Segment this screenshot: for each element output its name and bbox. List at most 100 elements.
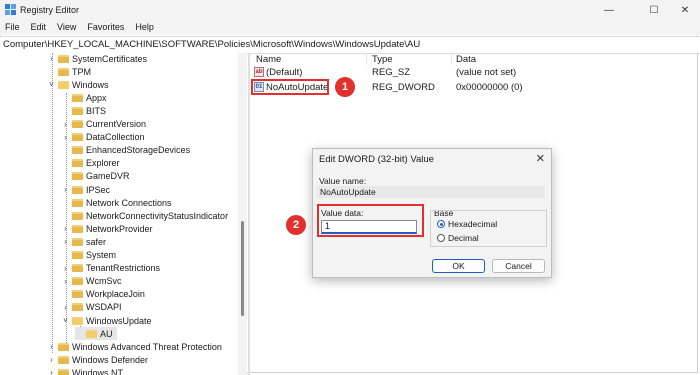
value-data-input[interactable]: 1 — [321, 220, 417, 234]
value-name: (Default) — [266, 67, 303, 78]
tree-item[interactable]: NetworkConnectivityStatusIndicator — [61, 209, 228, 222]
folder-icon — [72, 251, 83, 259]
tree-item-label: CurrentVersion — [86, 119, 147, 129]
folder-icon — [72, 106, 83, 115]
folder-icon — [72, 198, 83, 207]
tree-scrollbar[interactable] — [238, 53, 247, 375]
chevron-right-icon[interactable]: › — [61, 120, 70, 129]
tree-item[interactable]: › Windows Advanced Threat Protection — [47, 340, 222, 353]
tree-item[interactable]: › safer — [61, 235, 106, 248]
pane-splitter[interactable] — [248, 53, 250, 375]
tree-item[interactable]: › DataCollection — [61, 131, 144, 144]
value-data: (value not set) — [456, 67, 517, 78]
chevron-right-icon[interactable]: › — [47, 54, 56, 63]
value-name-label: Value name: — [319, 176, 367, 186]
tree-item[interactable]: › Windows NT — [47, 366, 123, 375]
tree-item[interactable]: GameDVR — [61, 170, 130, 183]
folder-icon — [58, 80, 69, 89]
tree-item[interactable]: › WcmSvc — [61, 275, 122, 288]
base-group: Hexadecimal Decimal — [430, 210, 547, 247]
value-type: REG_SZ — [372, 67, 411, 78]
chevron-down-icon[interactable]: ˅ — [47, 80, 56, 89]
tree-scroll-thumb[interactable] — [241, 221, 244, 316]
value-data-label: Value data: — [321, 208, 364, 218]
tree-item[interactable]: ˅ Windows — [47, 78, 108, 91]
chevron-right-icon[interactable]: › — [61, 237, 70, 246]
cancel-button[interactable]: Cancel — [492, 259, 545, 273]
menu-edit[interactable]: Edit — [26, 20, 53, 35]
address-bar[interactable]: Computer\HKEY_LOCAL_MACHINE\SOFTWARE\Pol… — [0, 36, 700, 54]
hexadecimal-radio[interactable] — [437, 220, 445, 228]
folder-icon — [72, 146, 83, 155]
tree-item[interactable]: System — [61, 249, 116, 262]
folder-icon — [58, 67, 69, 76]
menu-favorites[interactable]: Favorites — [82, 20, 130, 35]
chevron-right-icon[interactable]: › — [47, 342, 56, 351]
menu-help[interactable]: Help — [130, 20, 160, 35]
chevron-right-icon[interactable]: › — [61, 303, 70, 312]
folder-icon — [86, 329, 97, 338]
tree-item[interactable]: EnhancedStorageDevices — [61, 144, 190, 157]
chevron-right-icon[interactable]: › — [61, 185, 70, 194]
tree-item[interactable]: WorkplaceJoin — [61, 288, 145, 301]
value-data: 0x00000000 (0) — [456, 82, 523, 93]
tree-item-label: EnhancedStorageDevices — [86, 145, 191, 156]
tree-item[interactable]: BITS — [61, 104, 106, 117]
folder-icon — [72, 237, 83, 246]
key-tree[interactable]: › SystemCertificates TPM ˅ Windows Appx BITS › C… — [0, 53, 247, 375]
menu-file[interactable]: File — [0, 20, 26, 35]
column-divider[interactable] — [451, 53, 452, 65]
tree-item-label: WorkplaceJoin — [86, 289, 145, 300]
value-type: REG_DWORD — [372, 82, 435, 93]
decimal-label[interactable]: Decimal — [448, 233, 479, 243]
folder-icon — [72, 120, 83, 128]
close-icon[interactable]: ✕ — [670, 2, 700, 18]
chevron-right-icon[interactable]: › — [61, 224, 70, 233]
column-divider[interactable] — [366, 53, 367, 65]
column-header-name[interactable]: Name — [256, 54, 281, 65]
string-value-icon: ab — [254, 67, 264, 77]
folder-icon — [72, 277, 83, 286]
tree-item[interactable]: › IPSec — [61, 183, 110, 196]
column-header-type[interactable]: Type — [372, 54, 393, 65]
tree-item[interactable]: › Windows Defender — [47, 353, 148, 366]
chevron-right-icon[interactable]: › — [61, 264, 70, 273]
tree-item-label: WcmSvc — [86, 276, 122, 287]
folder-icon — [72, 303, 83, 312]
tree-item[interactable]: Network Connections — [61, 196, 172, 209]
tree-item[interactable]: TPM — [47, 65, 91, 78]
hexadecimal-label[interactable]: Hexadecimal — [448, 219, 497, 229]
tree-item[interactable]: › SystemCertificates — [47, 53, 147, 65]
address-path[interactable]: Computer\HKEY_LOCAL_MACHINE\SOFTWARE\Pol… — [3, 39, 420, 50]
tree-item[interactable]: › TenantRestrictions — [61, 262, 160, 275]
folder-icon — [72, 211, 83, 220]
column-header-data[interactable]: Data — [456, 54, 476, 65]
chevron-down-icon[interactable]: ˅ — [61, 316, 70, 325]
tree-item[interactable]: › CurrentVersion — [61, 118, 146, 131]
tree-item[interactable]: Appx — [61, 91, 107, 104]
tree-item-label: TenantRestrictions — [86, 263, 161, 274]
chevron-right-icon[interactable]: › — [47, 368, 56, 375]
folder-icon — [58, 355, 69, 364]
minimize-icon[interactable]: — — [594, 2, 624, 18]
tree-item[interactable]: Explorer — [61, 157, 120, 170]
chevron-right-icon[interactable]: › — [61, 133, 70, 142]
tree-item[interactable]: AU — [75, 327, 117, 341]
list-item[interactable]: ab (Default) REG_SZ (value not set) — [251, 66, 700, 80]
ok-button[interactable]: OK — [432, 259, 485, 273]
callout-badge-1: 1 — [335, 77, 355, 97]
tree-item-label: GameDVR — [86, 171, 130, 182]
menu-view[interactable]: View — [52, 20, 82, 35]
tree-item[interactable]: › WSDAPI — [61, 301, 121, 314]
tree-item[interactable]: ˅ WindowsUpdate — [61, 314, 152, 327]
decimal-radio[interactable] — [437, 234, 445, 242]
value-name-field: NoAutoUpdate — [317, 186, 545, 198]
maximize-icon[interactable]: ☐ — [639, 2, 669, 18]
folder-icon — [72, 172, 83, 181]
chevron-right-icon[interactable]: › — [47, 355, 56, 364]
registry-editor-icon — [5, 4, 16, 15]
tree-item[interactable]: › NetworkProvider — [61, 222, 152, 235]
chevron-right-icon[interactable]: › — [61, 277, 70, 286]
close-icon[interactable]: ✕ — [536, 152, 545, 165]
tree-item-label: WindowsUpdate — [86, 315, 152, 326]
